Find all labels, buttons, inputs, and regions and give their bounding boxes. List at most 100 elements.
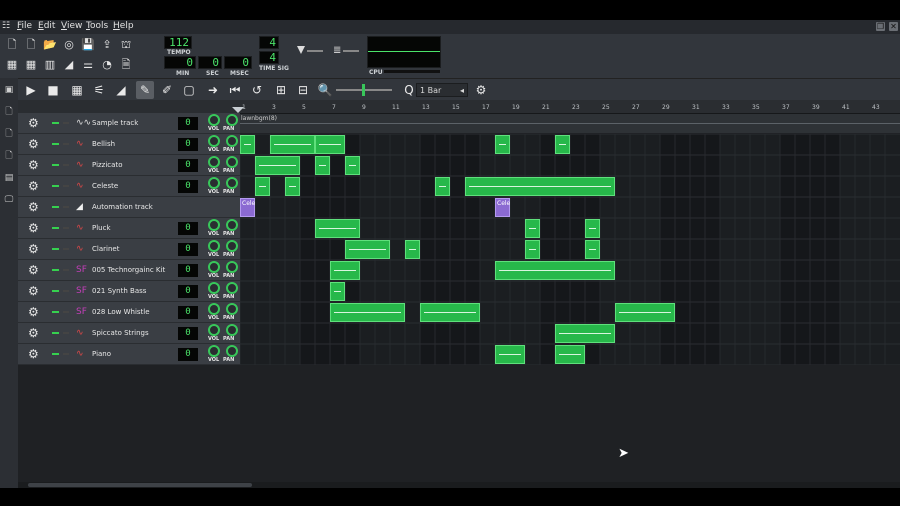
track-name[interactable]: Piano bbox=[92, 350, 111, 358]
export-tracks-icon[interactable]: ⛫ bbox=[118, 37, 134, 53]
track-fx-channel[interactable]: 0 bbox=[178, 306, 198, 319]
gear-icon[interactable]: ⚙ bbox=[28, 137, 39, 151]
menu-help[interactable]: Help bbox=[113, 21, 134, 31]
restore-window-button[interactable]: ❐ bbox=[876, 22, 885, 31]
volume-knob[interactable] bbox=[208, 240, 220, 252]
track-name[interactable]: Bellish bbox=[92, 140, 115, 148]
pattern-clip[interactable] bbox=[330, 282, 345, 301]
pattern-clip[interactable] bbox=[240, 135, 255, 154]
track-row[interactable]: ⚙ ∿ Clarinet 0 VOL PAN bbox=[18, 239, 240, 260]
solo-toggle[interactable] bbox=[63, 164, 69, 166]
pan-knob[interactable] bbox=[226, 261, 238, 273]
pattern-clip[interactable] bbox=[555, 135, 570, 154]
mute-toggle[interactable] bbox=[52, 227, 59, 229]
pattern-clip[interactable] bbox=[495, 261, 615, 280]
master-pitch-slider[interactable]: ≣ bbox=[333, 46, 361, 56]
pattern-clip[interactable] bbox=[255, 177, 270, 196]
gear-icon[interactable]: ⚙ bbox=[28, 242, 39, 256]
close-window-button[interactable]: ✕ bbox=[889, 22, 898, 31]
solo-toggle[interactable] bbox=[63, 311, 69, 313]
pan-knob[interactable] bbox=[226, 324, 238, 336]
mute-toggle[interactable] bbox=[52, 185, 59, 187]
pan-knob[interactable] bbox=[226, 114, 238, 126]
track-row[interactable]: ⚙ SF 028 Low Whistle 0 VOL PAN bbox=[18, 302, 240, 323]
volume-knob[interactable] bbox=[208, 219, 220, 231]
track-name[interactable]: Pizzicato bbox=[92, 161, 122, 169]
mute-toggle[interactable] bbox=[52, 311, 59, 313]
track-name[interactable]: 028 Low Whistle bbox=[92, 308, 150, 316]
pan-knob[interactable] bbox=[226, 135, 238, 147]
gear-icon[interactable]: ⚙ bbox=[28, 263, 39, 277]
pattern-clip[interactable] bbox=[495, 345, 525, 364]
volume-knob[interactable] bbox=[208, 114, 220, 126]
track-fx-channel[interactable]: 0 bbox=[178, 348, 198, 361]
pattern-clip[interactable] bbox=[585, 219, 600, 238]
solo-toggle[interactable] bbox=[63, 185, 69, 187]
menu-edit[interactable]: Edit bbox=[38, 21, 55, 31]
track-row[interactable]: ⚙ ∿∿ Sample track 0 VOL PAN bbox=[18, 113, 240, 134]
track-fx-channel[interactable]: 0 bbox=[178, 264, 198, 277]
solo-toggle[interactable] bbox=[63, 206, 69, 208]
remove-bar-icon[interactable]: ⊟ bbox=[294, 81, 312, 99]
scrollbar-thumb[interactable] bbox=[28, 483, 252, 487]
track-name[interactable]: Sample track bbox=[92, 119, 138, 127]
volume-knob[interactable] bbox=[208, 177, 220, 189]
my-samples-icon[interactable]: 🗋 bbox=[3, 128, 15, 140]
beat-bassline-editor-icon[interactable]: ▦ bbox=[23, 57, 39, 73]
pattern-clip[interactable] bbox=[555, 345, 585, 364]
recent-projects-icon[interactable]: ◎ bbox=[61, 37, 77, 53]
song-editor-grid[interactable]: lawnbgm(8) Cele Cele bbox=[240, 113, 900, 365]
volume-knob[interactable] bbox=[208, 261, 220, 273]
timesig-numerator[interactable]: 4 bbox=[259, 36, 279, 49]
zoom-slider[interactable] bbox=[336, 84, 392, 96]
quantize-select[interactable]: 1 Bar ◂ bbox=[416, 83, 468, 97]
my-home-icon[interactable]: ▤ bbox=[3, 172, 15, 184]
mute-toggle[interactable] bbox=[52, 353, 59, 355]
volume-knob[interactable] bbox=[208, 303, 220, 315]
timesig-denominator[interactable]: 4 bbox=[259, 51, 279, 64]
master-volume-slider[interactable] bbox=[297, 46, 325, 56]
autoscroll-icon[interactable]: ➜ bbox=[204, 81, 222, 99]
mute-toggle[interactable] bbox=[52, 248, 59, 250]
new-project-icon[interactable]: 🗋 bbox=[4, 37, 20, 53]
my-projects-icon[interactable]: 🗋 bbox=[3, 106, 15, 118]
track-row[interactable]: ⚙ ∿ Pluck 0 VOL PAN bbox=[18, 218, 240, 239]
automation-editor-icon[interactable]: ◢ bbox=[61, 57, 77, 73]
track-row[interactable]: ⚙ ∿ Spiccato Strings 0 VOL PAN bbox=[18, 323, 240, 344]
draw-mode-icon[interactable]: ✎ bbox=[136, 81, 154, 99]
solo-toggle[interactable] bbox=[63, 122, 69, 124]
new-from-template-icon[interactable]: 🗋 bbox=[23, 37, 39, 53]
pan-knob[interactable] bbox=[226, 303, 238, 315]
pan-knob[interactable] bbox=[226, 177, 238, 189]
pan-knob[interactable] bbox=[226, 219, 238, 231]
track-fx-channel[interactable]: 0 bbox=[178, 159, 198, 172]
pattern-clip[interactable] bbox=[285, 177, 300, 196]
pattern-clip[interactable] bbox=[420, 303, 480, 322]
pattern-clip[interactable] bbox=[330, 303, 405, 322]
track-name[interactable]: Clarinet bbox=[92, 245, 119, 253]
open-project-icon[interactable]: 📂 bbox=[42, 37, 58, 53]
pattern-clip[interactable] bbox=[270, 135, 315, 154]
pattern-clip[interactable] bbox=[555, 324, 615, 343]
solo-toggle[interactable] bbox=[63, 332, 69, 334]
mute-toggle[interactable] bbox=[52, 122, 59, 124]
volume-knob[interactable] bbox=[208, 156, 220, 168]
solo-toggle[interactable] bbox=[63, 269, 69, 271]
pattern-clip[interactable] bbox=[615, 303, 675, 322]
pan-knob[interactable] bbox=[226, 240, 238, 252]
edit-actions-icon[interactable]: ⚙ bbox=[472, 81, 490, 99]
track-fx-channel[interactable]: 0 bbox=[178, 327, 198, 340]
gear-icon[interactable]: ⚙ bbox=[28, 200, 39, 214]
solo-toggle[interactable] bbox=[63, 227, 69, 229]
piano-roll-icon[interactable]: ▥ bbox=[42, 57, 58, 73]
pattern-clip[interactable] bbox=[315, 156, 330, 175]
track-name[interactable]: Celeste bbox=[92, 182, 118, 190]
menu-tools[interactable]: Tools bbox=[86, 21, 108, 31]
track-row[interactable]: ⚙ ∿ Bellish 0 VOL PAN bbox=[18, 134, 240, 155]
volume-knob[interactable] bbox=[208, 345, 220, 357]
pan-knob[interactable] bbox=[226, 345, 238, 357]
knife-mode-icon[interactable]: ✐ bbox=[158, 81, 176, 99]
tempo-display[interactable]: 112 bbox=[164, 36, 192, 49]
pattern-clip[interactable] bbox=[435, 177, 450, 196]
mute-toggle[interactable] bbox=[52, 143, 59, 145]
